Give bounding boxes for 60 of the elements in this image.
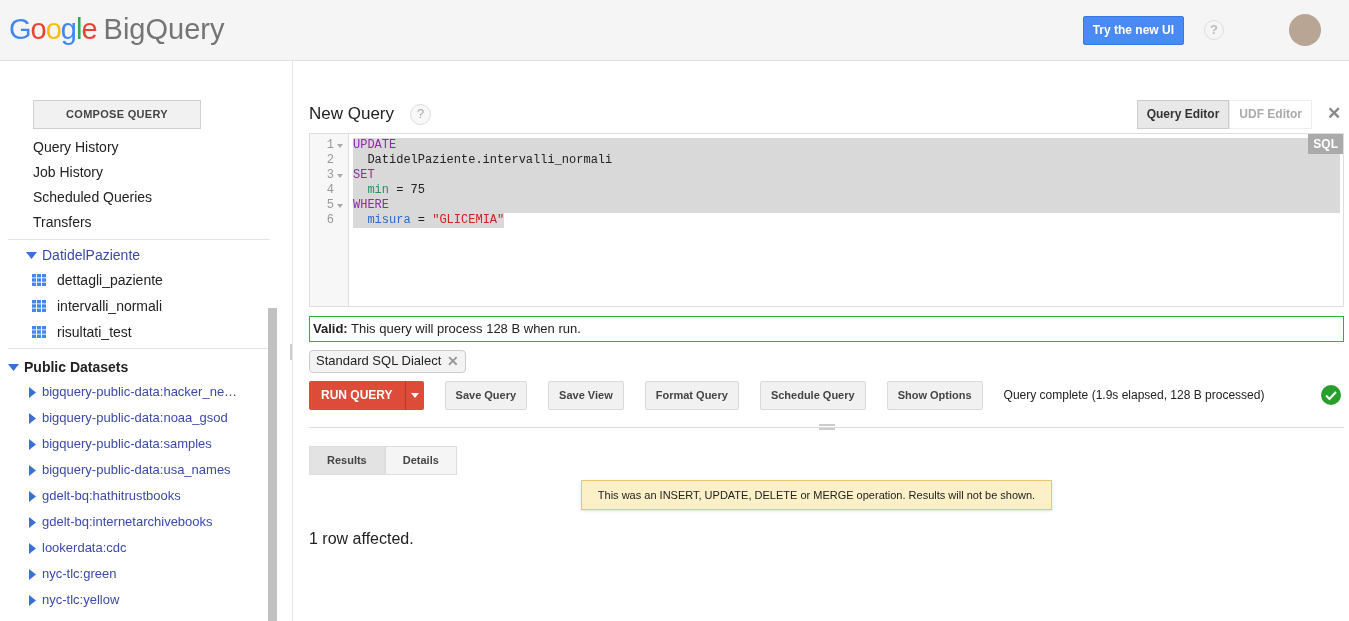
language-badge: SQL <box>1308 134 1343 154</box>
close-button[interactable]: ✕ <box>1327 101 1341 127</box>
collapsed-arrow-icon[interactable] <box>29 464 36 476</box>
line-number: 2 <box>326 153 334 168</box>
toolbar-button[interactable]: Format Query <box>644 380 739 410</box>
toolbar-button[interactable]: Save Query <box>444 380 528 410</box>
table-icon <box>32 300 46 312</box>
collapsed-arrow-icon[interactable] <box>29 568 36 580</box>
dialect-label: Standard SQL Dialect <box>316 352 442 371</box>
sidebar-link[interactable]: Transfers <box>33 210 92 235</box>
line-number: 3 <box>326 168 334 183</box>
success-check-icon <box>1321 385 1341 405</box>
dataset-link[interactable]: bigquery-public-data:samples <box>42 434 212 454</box>
logo: Google BigQuery <box>9 12 225 48</box>
collapsed-arrow-icon[interactable] <box>29 516 36 528</box>
status-message: Query complete (1.9s elapsed, 128 B processed) <box>1003 387 1265 404</box>
results-tab[interactable]: Results <box>309 445 385 475</box>
table-link[interactable]: intervalli_normali <box>57 295 163 317</box>
collapsed-arrow-icon[interactable] <box>29 542 36 554</box>
scrollbar[interactable] <box>268 308 277 621</box>
sidebar-link[interactable]: Query History <box>33 135 119 160</box>
dataset-link[interactable]: bigquery-public-data:noaa_gsod <box>42 408 228 428</box>
toolbar-button[interactable]: Save View <box>548 380 624 410</box>
resize-handle-icon[interactable] <box>819 423 835 430</box>
editor-tab[interactable]: Query Editor <box>1136 99 1230 129</box>
dataset-link[interactable]: lookerdata:cdc <box>42 538 127 558</box>
collapsed-arrow-icon[interactable] <box>29 490 36 502</box>
compose-query-button[interactable]: COMPOSE QUERY <box>33 100 201 129</box>
dataset-link[interactable]: gdelt-bq:internetarchivebooks <box>42 512 213 532</box>
sidebar-link[interactable]: Job History <box>33 160 104 185</box>
dataset-link[interactable]: DatidelPaziente <box>42 244 141 266</box>
toolbar-button[interactable]: Schedule Query <box>759 380 866 410</box>
table-icon <box>32 274 46 286</box>
collapsed-arrow-icon[interactable] <box>29 594 36 606</box>
dataset-link[interactable]: bigquery-public-data:hacker_ne… <box>42 382 238 402</box>
query-title: New Query <box>309 103 395 126</box>
line-number: 5 <box>326 198 334 213</box>
table-link[interactable]: risultati_test <box>57 321 132 343</box>
dataset-link[interactable]: nyc-tlc:green <box>42 564 117 584</box>
toolbar-button[interactable]: Show Options <box>886 380 983 410</box>
line-number: 4 <box>326 183 334 198</box>
table-icon <box>32 326 46 338</box>
dataset-link[interactable]: gdelt-bq:hathitrustbooks <box>42 486 181 506</box>
line-number: 6 <box>326 213 334 228</box>
line-number: 1 <box>326 138 334 153</box>
expanded-arrow-icon[interactable] <box>8 363 19 371</box>
dataset-link[interactable]: nyc-tlc:yellow <box>42 590 120 610</box>
run-query-button[interactable]: RUN QUERY <box>309 380 424 410</box>
collapsed-arrow-icon[interactable] <box>29 438 36 450</box>
validation-message: Valid: This query will process 128 B when run. <box>309 316 1344 342</box>
expanded-arrow-icon[interactable] <box>26 251 37 259</box>
table-link[interactable]: dettagli_paziente <box>57 269 163 291</box>
collapsed-arrow-icon[interactable] <box>29 412 36 424</box>
rows-affected-text: 1 row affected. <box>309 529 415 549</box>
dataset-link[interactable]: bigquery-public-data:usa_names <box>42 460 231 480</box>
notice-banner: This was an INSERT, UPDATE, DELETE or MERGE operation. Results will not be shown. <box>580 479 1053 510</box>
collapsed-arrow-icon[interactable] <box>29 386 36 398</box>
results-tab[interactable]: Details <box>384 445 457 475</box>
sidebar-link[interactable]: Scheduled Queries <box>33 185 153 210</box>
section-heading[interactable]: Public Datasets <box>24 356 129 378</box>
